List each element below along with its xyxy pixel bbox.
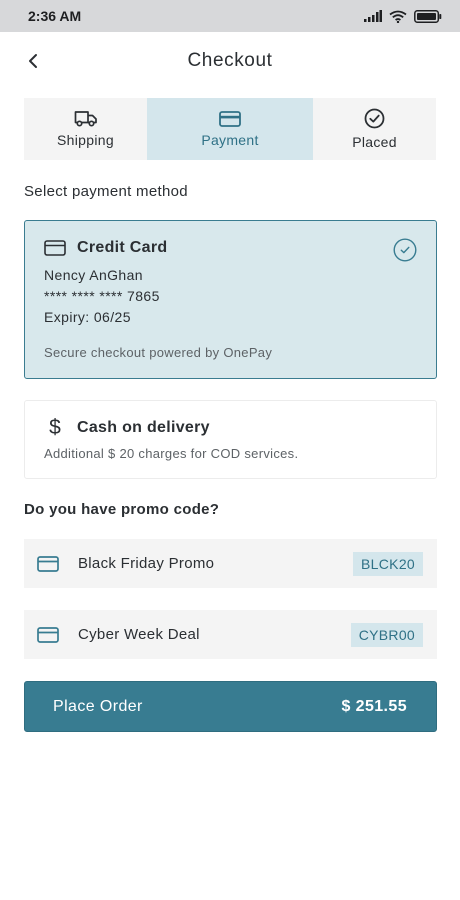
place-order-button[interactable]: Place Order $ 251.55: [24, 681, 437, 732]
page-title: Checkout: [187, 50, 273, 71]
credit-card-icon: [44, 240, 66, 256]
battery-icon: [414, 9, 442, 23]
back-button[interactable]: [20, 48, 46, 74]
cash-on-delivery-option[interactable]: $ Cash on delivery Additional $ 20 charg…: [24, 400, 437, 479]
credit-card-icon: [219, 110, 241, 127]
card-number: **** **** **** 7865: [44, 288, 160, 304]
step-placed[interactable]: Placed: [313, 98, 436, 160]
promo-code-badge: BLCK20: [353, 551, 423, 576]
promo-heading: Do you have promo code?: [24, 501, 220, 518]
step-payment[interactable]: Payment: [147, 98, 313, 160]
order-total-amount: $ 251.55: [341, 697, 407, 715]
cod-note: Additional $ 20 charges for COD services…: [44, 446, 299, 461]
step-shipping[interactable]: Shipping: [24, 98, 147, 160]
step-label: Placed: [352, 134, 397, 150]
payment-method-heading: Select payment method: [24, 183, 188, 200]
dollar-icon: $: [49, 416, 61, 439]
status-bar: 2:36 AM: [0, 0, 460, 32]
promo-card-icon: [37, 626, 59, 643]
promo-label: Cyber Week Deal: [78, 626, 200, 643]
check-circle-icon: [364, 108, 385, 129]
step-label: Shipping: [57, 132, 114, 148]
promo-item-cyber-week[interactable]: Cyber Week Deal CYBR00: [24, 610, 437, 659]
card-expiry: Expiry: 06/25: [44, 309, 131, 325]
credit-card-option[interactable]: Credit Card Nency AnGhan **** **** **** …: [24, 220, 437, 379]
cod-title: Cash on delivery: [77, 418, 210, 436]
wifi-icon: [389, 10, 407, 23]
promo-item-black-friday[interactable]: Black Friday Promo BLCK20: [24, 539, 437, 588]
selected-check-icon: [393, 238, 417, 262]
signal-icon: [364, 10, 382, 22]
truck-icon: [74, 111, 97, 127]
secure-checkout-note: Secure checkout powered by OnePay: [44, 345, 273, 360]
header: Checkout: [0, 32, 460, 90]
status-time: 2:36 AM: [28, 8, 82, 24]
chevron-left-icon: [29, 54, 37, 68]
status-icons: [364, 9, 442, 23]
place-order-label: Place Order: [53, 697, 143, 715]
credit-card-header: Credit Card: [44, 239, 417, 257]
step-label: Payment: [201, 131, 259, 148]
checkout-steps: Shipping Payment Placed: [24, 98, 436, 160]
promo-code-badge: CYBR00: [350, 622, 423, 647]
promo-card-icon: [37, 555, 59, 572]
credit-card-title: Credit Card: [77, 239, 168, 256]
promo-label: Black Friday Promo: [78, 555, 215, 572]
card-holder-name: Nency AnGhan: [44, 267, 143, 283]
cod-header: $ Cash on delivery: [44, 417, 417, 438]
